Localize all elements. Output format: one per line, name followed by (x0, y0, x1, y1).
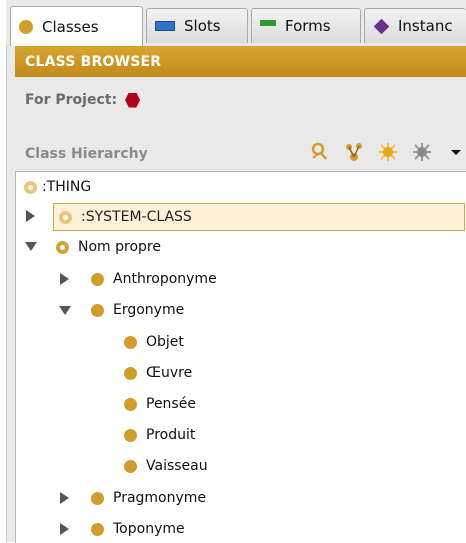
abstract-class-icon (56, 240, 69, 254)
class-icon (91, 272, 104, 286)
project-hexagon-icon (125, 92, 141, 108)
tree-node-oeuvre[interactable]: Œuvre (124, 361, 192, 385)
class-icon (124, 335, 137, 349)
class-tree: :THING :SYSTEM-CLASS Nom propre Anthropo… (15, 171, 466, 543)
forms-icon (260, 20, 276, 32)
tree-node-anthroponyme[interactable]: Anthroponyme (91, 267, 217, 291)
class-icon (124, 459, 137, 473)
tab-classes[interactable]: Classes (10, 6, 143, 46)
tree-node-vaisseau[interactable]: Vaisseau (124, 454, 208, 478)
expand-toggle-icon[interactable] (26, 210, 38, 222)
tree-node-objet[interactable]: Objet (124, 330, 184, 354)
tree-node-label: Produit (146, 427, 196, 443)
tab-label: Classes (42, 17, 99, 36)
add-subclass-icon[interactable] (344, 142, 364, 162)
find-class-icon[interactable] (310, 142, 330, 162)
tree-node-label: Vaisseau (146, 458, 208, 474)
class-hierarchy-label: Class Hierarchy (25, 146, 148, 162)
class-icon (124, 366, 137, 380)
tree-node-pragmonyme[interactable]: Pragmonyme (91, 486, 206, 510)
class-icon (124, 397, 137, 411)
for-project-label: For Project: (25, 92, 118, 108)
tab-forms[interactable]: Forms (251, 8, 361, 43)
tree-node-label: Objet (146, 334, 184, 350)
expand-toggle-icon[interactable] (60, 492, 72, 504)
collapse-toggle-icon[interactable] (59, 306, 71, 318)
tree-node-system-class[interactable]: :SYSTEM-CLASS (53, 203, 465, 231)
tree-node-label: Anthroponyme (113, 271, 217, 287)
slot-rect-icon (155, 21, 175, 31)
tree-node-produit[interactable]: Produit (124, 423, 195, 447)
collapse-toggle-icon[interactable] (25, 242, 37, 254)
tree-node-nom-propre[interactable]: Nom propre (56, 235, 161, 259)
tree-node-label: :THING (42, 179, 92, 195)
tree-node-toponyme[interactable]: Toponyme (91, 517, 185, 541)
abstract-class-icon (59, 210, 72, 224)
tree-node-thing[interactable]: :THING (24, 175, 91, 199)
create-class-icon[interactable] (378, 142, 398, 162)
class-icon (91, 303, 104, 317)
tree-node-label: Pragmonyme (113, 490, 207, 506)
menu-dropdown-icon[interactable] (446, 142, 466, 162)
tree-node-label: :SYSTEM-CLASS (81, 209, 192, 225)
tab-instances[interactable]: Instanc (364, 8, 466, 43)
delete-class-icon[interactable] (412, 142, 432, 162)
abstract-class-icon (24, 180, 37, 194)
tab-bar: Classes Slots Forms Instanc (6, 0, 466, 46)
tree-node-label: Toponyme (113, 521, 185, 537)
class-icon (124, 428, 137, 442)
expand-toggle-icon[interactable] (60, 273, 72, 285)
class-icon (91, 522, 104, 536)
hierarchy-toolbar (310, 138, 466, 166)
tree-node-ergonyme[interactable]: Ergonyme (91, 298, 184, 322)
tree-node-label: Ergonyme (113, 302, 185, 318)
tree-node-pensee[interactable]: Pensée (124, 392, 196, 416)
class-icon (91, 491, 104, 505)
tree-node-label: Pensée (146, 396, 196, 412)
tab-label: Instanc (398, 17, 453, 35)
class-browser-header: CLASS BROWSER (15, 46, 466, 77)
instance-diamond-icon (373, 18, 390, 34)
tab-label: Slots (184, 17, 221, 35)
tree-node-label: Œuvre (146, 365, 193, 381)
expand-toggle-icon[interactable] (60, 523, 72, 535)
class-dot-icon (19, 19, 33, 34)
project-row: For Project: (25, 90, 141, 110)
tree-node-label: Nom propre (78, 239, 161, 255)
tab-label: Forms (285, 17, 331, 35)
tab-slots[interactable]: Slots (146, 8, 248, 43)
